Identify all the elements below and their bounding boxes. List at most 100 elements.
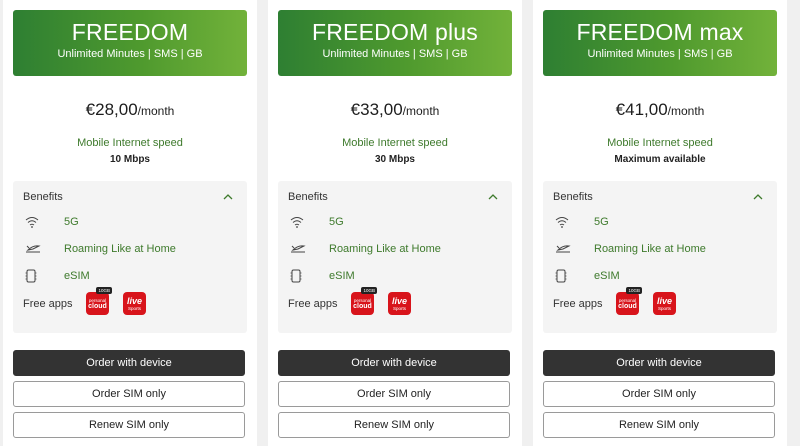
app-text: Sports <box>657 305 671 311</box>
benefit-label: eSIM <box>64 270 90 282</box>
free-apps-row: Free apps 10GB personal cloud live Sport… <box>553 287 767 315</box>
renew-sim-only-button[interactable]: Renew SIM only <box>543 412 775 438</box>
plan-price: €28,00/month <box>13 100 247 120</box>
benefit-label: eSIM <box>329 270 355 282</box>
benefits-toggle[interactable]: Benefits <box>553 191 767 203</box>
app-text: cloud <box>618 302 637 310</box>
order-with-device-button[interactable]: Order with device <box>13 350 245 376</box>
benefit-roaming: Roaming Like at Home <box>288 241 502 257</box>
free-apps-label: Free apps <box>553 297 603 310</box>
plan-header: FREEDOM Unlimited Minutes | SMS | GB <box>13 10 247 76</box>
personal-cloud-app-icon: 10GB personal cloud <box>86 287 112 315</box>
benefits-title: Benefits <box>288 191 328 203</box>
benefit-label: 5G <box>594 216 609 228</box>
benefit-esim: eSIM <box>288 268 502 284</box>
speed-value: 30 Mbps <box>374 154 415 165</box>
benefit-label: Roaming Like at Home <box>594 243 706 255</box>
plan-card-freedom-plus: FREEDOM plus Unlimited Minutes | SMS | G… <box>268 0 522 446</box>
benefit-esim: eSIM <box>553 268 767 284</box>
benefits-panel: Benefits 5G Roaming Like at Home eSIM Fr… <box>543 181 777 333</box>
benefits-toggle[interactable]: Benefits <box>23 191 237 203</box>
benefits-panel: Benefits 5G Roaming Like at Home eSIM Fr… <box>278 181 512 333</box>
app-text: Sports <box>392 305 406 311</box>
benefit-label: Roaming Like at Home <box>64 243 176 255</box>
live-sports-app-icon: live Sports <box>653 292 676 315</box>
esim-icon <box>555 269 579 283</box>
app-text: cloud <box>88 302 107 310</box>
speed-label: Mobile Internet speed <box>77 137 183 149</box>
app-text: cloud <box>353 302 372 310</box>
order-with-device-button[interactable]: Order with device <box>543 350 775 376</box>
benefit-label: eSIM <box>594 270 620 282</box>
renew-sim-only-button[interactable]: Renew SIM only <box>278 412 510 438</box>
cloud-badge: 10GB <box>626 287 642 294</box>
chevron-up-icon[interactable] <box>749 191 767 203</box>
roaming-plane-icon <box>555 243 579 255</box>
plan-header: FREEDOM plus Unlimited Minutes | SMS | G… <box>278 10 512 76</box>
live-sports-app-icon: live Sports <box>388 292 411 315</box>
personal-cloud-app-icon: 10GB personal cloud <box>351 287 377 315</box>
free-apps-row: Free apps 10GB personal cloud live Sport… <box>23 287 237 315</box>
benefits-panel: Benefits 5G Roaming Like at Home eSIM Fr… <box>13 181 247 333</box>
app-text: live <box>656 295 672 306</box>
speed-label: Mobile Internet speed <box>342 137 448 149</box>
benefit-5g: 5G <box>553 214 767 230</box>
benefit-5g: 5G <box>288 214 502 230</box>
plan-subtitle: Unlimited Minutes | SMS | GB <box>322 48 468 60</box>
benefit-esim: eSIM <box>23 268 237 284</box>
chevron-up-icon[interactable] <box>219 191 237 203</box>
app-text: live <box>126 295 142 306</box>
plan-subtitle: Unlimited Minutes | SMS | GB <box>587 48 733 60</box>
plan-name: FREEDOM plus <box>312 19 478 45</box>
cloud-badge: 10GB <box>96 287 112 294</box>
price-period: /month <box>137 104 175 118</box>
plan-name: FREEDOM max <box>576 19 744 45</box>
price-amount: €33,00 <box>350 100 403 119</box>
benefit-roaming: Roaming Like at Home <box>553 241 767 257</box>
speed-label: Mobile Internet speed <box>607 137 713 149</box>
app-text: Sports <box>127 305 141 311</box>
benefits-toggle[interactable]: Benefits <box>288 191 502 203</box>
roaming-plane-icon <box>25 243 49 255</box>
benefit-5g: 5G <box>23 214 237 230</box>
price-amount: €28,00 <box>85 100 138 119</box>
free-apps-label: Free apps <box>23 297 73 310</box>
plans-container: FREEDOM Unlimited Minutes | SMS | GB €28… <box>3 0 787 446</box>
benefits-title: Benefits <box>23 191 63 203</box>
order-sim-only-button[interactable]: Order SIM only <box>543 381 775 407</box>
plan-name: FREEDOM <box>71 19 189 45</box>
esim-icon <box>290 269 314 283</box>
wifi-icon <box>555 216 579 228</box>
plan-price: €33,00/month <box>278 100 512 120</box>
plan-price: €41,00/month <box>543 100 777 120</box>
roaming-plane-icon <box>290 243 314 255</box>
renew-sim-only-button[interactable]: Renew SIM only <box>13 412 245 438</box>
plan-card-freedom-max: FREEDOM max Unlimited Minutes | SMS | GB… <box>533 0 787 446</box>
free-apps-row: Free apps 10GB personal cloud live Sport… <box>288 287 502 315</box>
wifi-icon <box>290 216 314 228</box>
benefits-title: Benefits <box>553 191 593 203</box>
benefit-label: 5G <box>329 216 344 228</box>
speed-value: 10 Mbps <box>109 154 150 165</box>
cloud-badge: 10GB <box>361 287 377 294</box>
order-with-device-button[interactable]: Order with device <box>278 350 510 376</box>
benefit-label: 5G <box>64 216 79 228</box>
plan-card-freedom: FREEDOM Unlimited Minutes | SMS | GB €28… <box>3 0 257 446</box>
chevron-up-icon[interactable] <box>484 191 502 203</box>
order-sim-only-button[interactable]: Order SIM only <box>13 381 245 407</box>
live-sports-app-icon: live Sports <box>123 292 146 315</box>
esim-icon <box>25 269 49 283</box>
speed-value: Maximum available <box>614 154 706 165</box>
order-sim-only-button[interactable]: Order SIM only <box>278 381 510 407</box>
personal-cloud-app-icon: 10GB personal cloud <box>616 287 642 315</box>
plan-subtitle: Unlimited Minutes | SMS | GB <box>57 48 203 60</box>
benefit-label: Roaming Like at Home <box>329 243 441 255</box>
free-apps-label: Free apps <box>288 297 338 310</box>
benefit-roaming: Roaming Like at Home <box>23 241 237 257</box>
wifi-icon <box>25 216 49 228</box>
price-amount: €41,00 <box>615 100 668 119</box>
price-period: /month <box>667 104 705 118</box>
plan-header: FREEDOM max Unlimited Minutes | SMS | GB <box>543 10 777 76</box>
app-text: live <box>391 295 407 306</box>
price-period: /month <box>402 104 440 118</box>
